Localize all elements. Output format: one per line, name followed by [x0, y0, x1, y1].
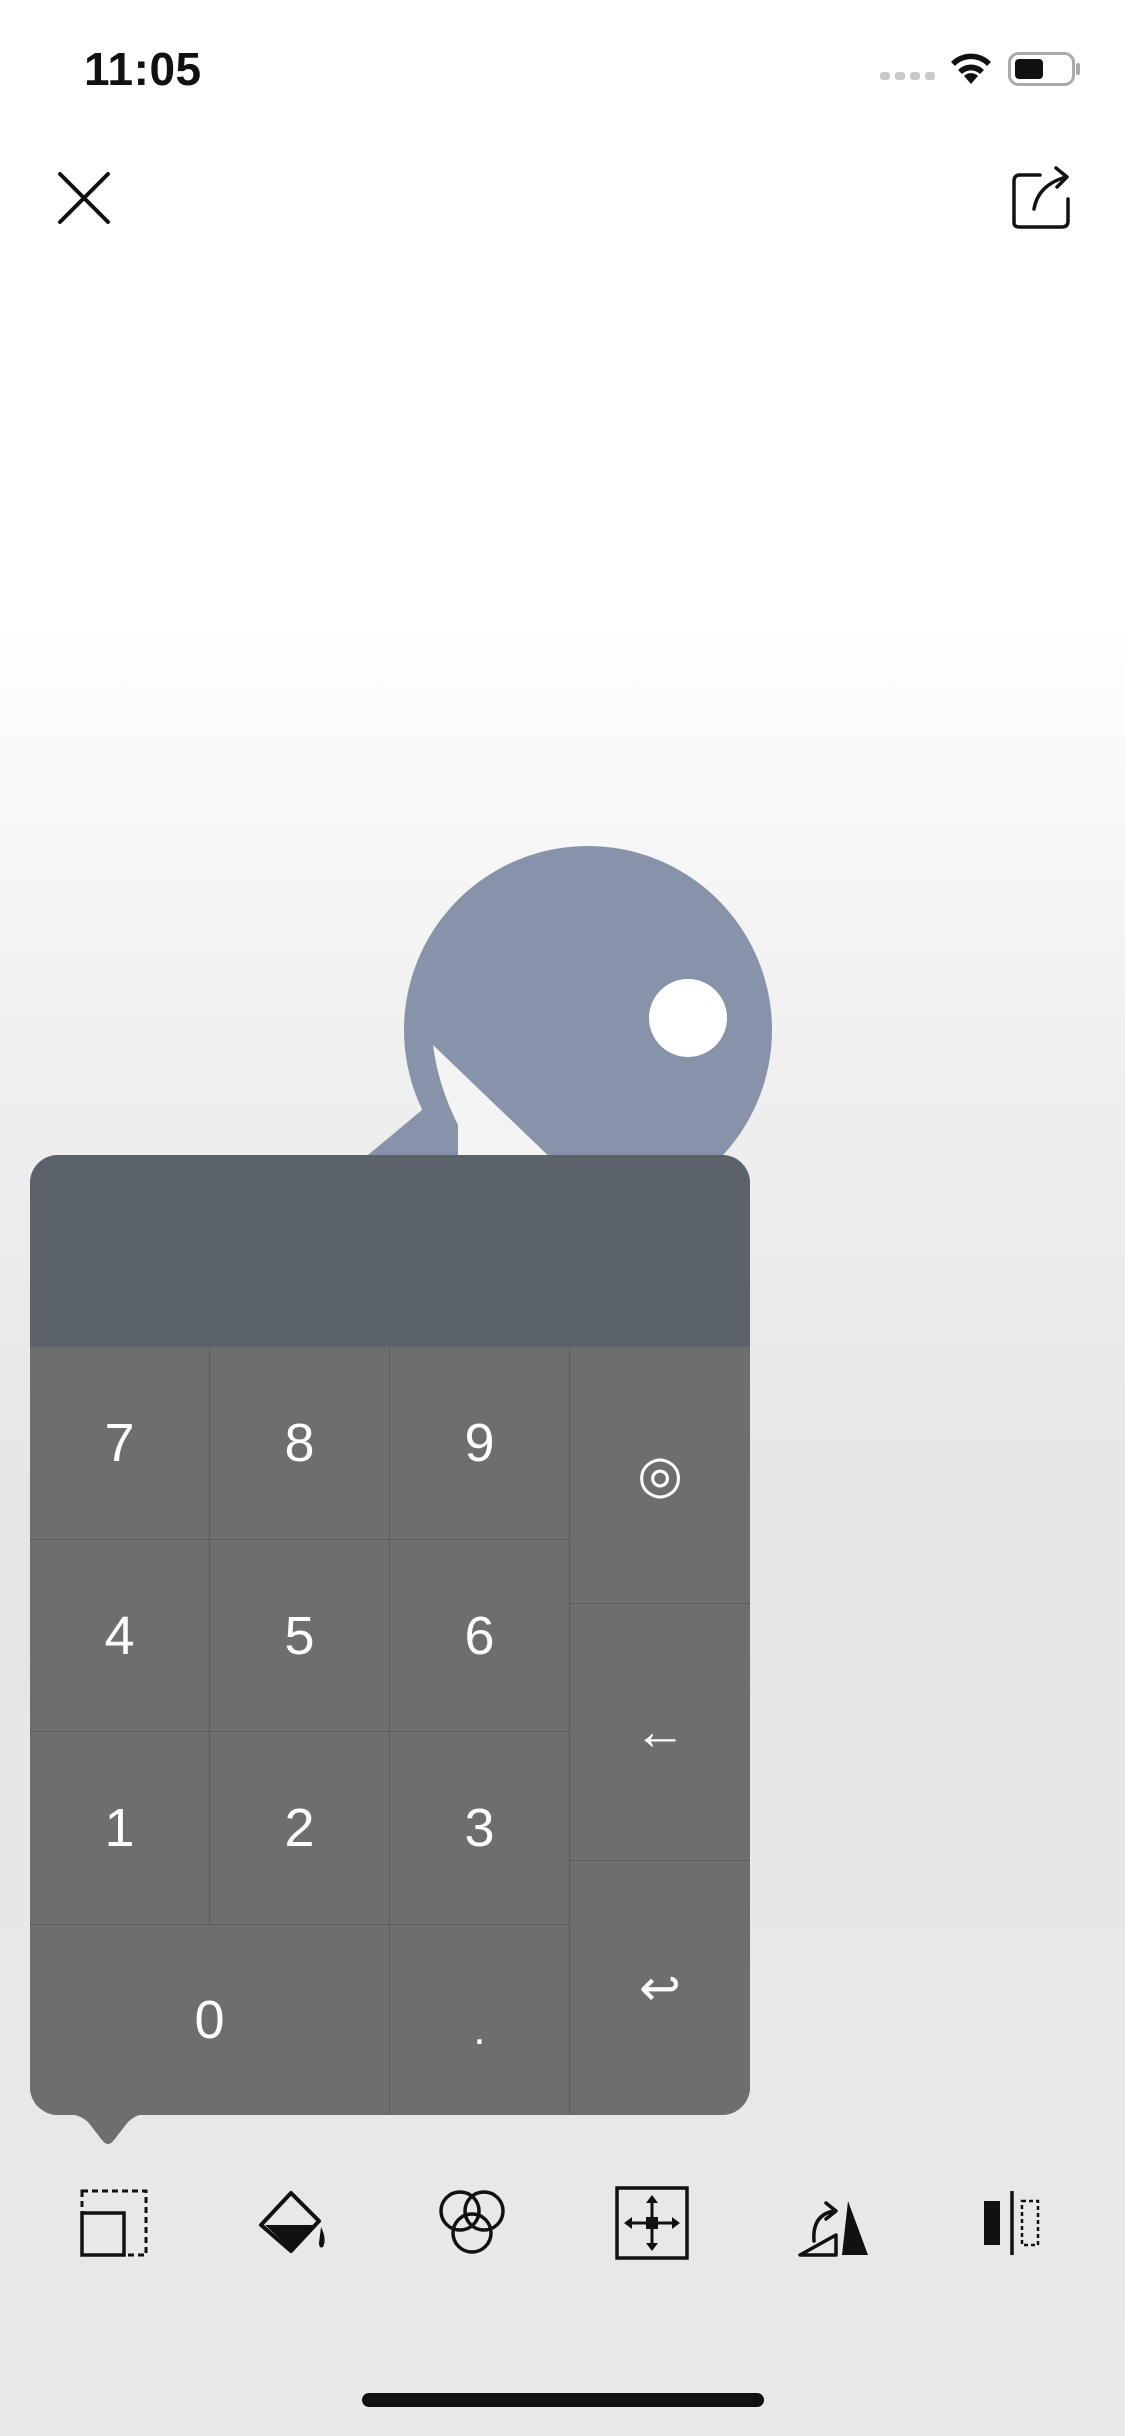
- key-2[interactable]: 2: [210, 1732, 390, 1925]
- signal-icon: [880, 72, 935, 80]
- key-4[interactable]: 4: [30, 1540, 210, 1732]
- numeric-keypad: 7 8 9 4 5 6 1 2 3 0 . ◎ ← ↩: [30, 1155, 750, 2115]
- mirror-tool-button[interactable]: [974, 2185, 1050, 2261]
- key-5[interactable]: 5: [210, 1540, 390, 1732]
- wifi-icon: [951, 53, 991, 84]
- blend-tool-button[interactable]: [434, 2185, 510, 2261]
- key-3[interactable]: 3: [390, 1732, 570, 1925]
- close-button[interactable]: [56, 170, 112, 226]
- key-7[interactable]: 7: [30, 1347, 210, 1540]
- resize-tool-button[interactable]: [76, 2185, 152, 2261]
- transform-tool-button[interactable]: [796, 2185, 872, 2261]
- enter-button[interactable]: ↩: [570, 1861, 750, 2115]
- key-0[interactable]: 0: [30, 1925, 390, 2115]
- keypad-pointer: [48, 2112, 158, 2144]
- key-8[interactable]: 8: [210, 1347, 390, 1540]
- key-9[interactable]: 9: [390, 1347, 570, 1540]
- status-time: 11:05: [84, 43, 202, 95]
- key-decimal[interactable]: .: [390, 1925, 570, 2115]
- key-6[interactable]: 6: [390, 1540, 570, 1732]
- fill-tool-button[interactable]: [255, 2185, 331, 2261]
- key-1[interactable]: 1: [30, 1732, 210, 1925]
- target-button[interactable]: ◎: [570, 1347, 750, 1604]
- move-tool-button[interactable]: [614, 2185, 690, 2261]
- backspace-button[interactable]: ←: [570, 1604, 750, 1861]
- keypad-display: [30, 1155, 750, 1347]
- battery-icon: [1008, 52, 1080, 86]
- share-button[interactable]: [1010, 165, 1072, 231]
- canvas-shape[interactable]: [368, 835, 788, 1165]
- home-indicator: [362, 2393, 764, 2407]
